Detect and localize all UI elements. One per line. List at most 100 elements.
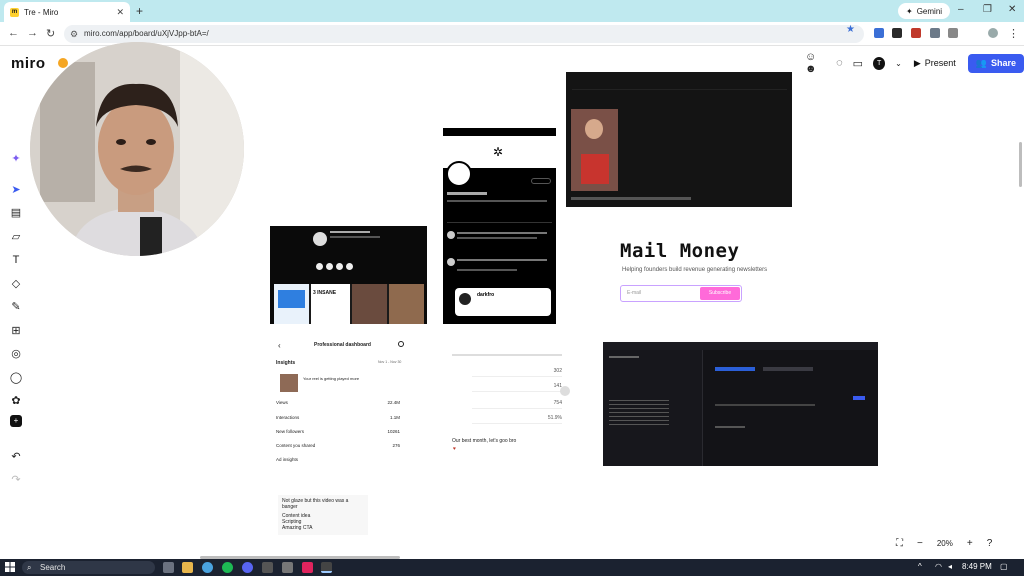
spotify-icon[interactable] xyxy=(222,562,233,573)
wifi-icon[interactable]: ◠ xyxy=(935,562,942,571)
app-screenshot-frame[interactable] xyxy=(603,342,878,466)
extension-icon[interactable] xyxy=(930,28,940,38)
browser-tab[interactable]: m Tre - Miro ✕ xyxy=(4,2,130,22)
template-icon[interactable]: ▤ xyxy=(6,204,26,222)
dashboard-row[interactable]: Content you shared 276 xyxy=(276,443,406,451)
gmail-extension-icon[interactable] xyxy=(911,28,921,38)
help-icon[interactable]: ? xyxy=(987,538,993,549)
people-icon: 👥 xyxy=(975,57,987,68)
zoom-level[interactable]: 20% xyxy=(937,539,953,548)
menu-icon[interactable]: ⋮ xyxy=(1008,27,1019,40)
mail-money-subtitle: Helping founders build revenue generatin… xyxy=(622,267,768,273)
back-icon[interactable]: ← xyxy=(8,27,19,39)
frame-icon[interactable]: ⊞ xyxy=(6,322,26,340)
note-card[interactable]: Not glaze but this video was a banger Co… xyxy=(278,495,368,535)
reload-icon[interactable]: ↻ xyxy=(46,27,55,40)
scroll-handle[interactable] xyxy=(560,386,570,396)
file-explorer-icon[interactable] xyxy=(182,562,193,573)
site-info-icon[interactable]: ⚙ xyxy=(70,25,78,43)
dashboard-title: Professional dashboard xyxy=(314,342,371,348)
heart-icon: ♥ xyxy=(453,446,456,452)
quoted-author: darkfro xyxy=(477,292,495,298)
gemini-label: Gemini xyxy=(916,6,943,16)
back-arrow-icon[interactable]: ‹ xyxy=(278,341,281,350)
tab-title: Tre - Miro xyxy=(24,7,59,17)
sparkle-icon[interactable]: ✦ xyxy=(6,150,26,168)
undo-icon[interactable]: ↶ xyxy=(6,448,26,466)
maximize-button[interactable]: ❐ xyxy=(983,4,992,15)
settings-icon[interactable] xyxy=(398,341,404,347)
fit-screen-icon[interactable]: ⛶ xyxy=(896,538,903,549)
task-view-icon[interactable] xyxy=(163,562,174,573)
search-icon: ⌕ xyxy=(27,563,32,572)
tray-chevron-icon[interactable]: ^ xyxy=(918,562,922,571)
stat-value: 754 xyxy=(553,400,562,406)
person-photo xyxy=(571,109,618,191)
forward-icon[interactable]: → xyxy=(27,27,38,39)
comment-icon[interactable]: ◌ xyxy=(836,57,843,69)
app-icon[interactable] xyxy=(282,562,293,573)
chat-icon[interactable]: ◯ xyxy=(6,369,26,387)
vertical-scrollbar[interactable] xyxy=(1019,142,1022,187)
zoom-in-icon[interactable]: + xyxy=(967,538,973,549)
comment-icon[interactable]: ◎ xyxy=(6,345,26,363)
stats-caption: Our best month, let's goo bro xyxy=(452,438,517,444)
extension-icon[interactable] xyxy=(892,28,902,38)
email-placeholder: E-mail xyxy=(627,290,642,296)
board-menu-icon[interactable] xyxy=(58,58,68,68)
professional-dashboard-frame[interactable]: ‹ Professional dashboard Insights Nov 1 … xyxy=(270,333,410,468)
new-tab-button[interactable]: + xyxy=(136,4,143,18)
quoted-tweet: darkfro xyxy=(455,288,551,316)
select-icon[interactable]: ➤ xyxy=(6,181,26,199)
chrome-icon[interactable] xyxy=(202,562,213,573)
redo-icon[interactable]: ↷ xyxy=(6,471,26,489)
sticky-icon[interactable]: ▱ xyxy=(6,228,26,246)
subscribe-button[interactable]: Subscribe xyxy=(700,287,740,300)
taskbar-search[interactable]: ⌕ Search xyxy=(22,561,155,574)
chevron-down-icon[interactable]: ⌄ xyxy=(895,59,902,68)
present-button[interactable]: ▶ Present xyxy=(912,58,958,69)
taskbar-clock[interactable]: 8:49 PM xyxy=(962,562,992,571)
note-line: Not glaze but this video was a banger xyxy=(282,498,349,510)
text-icon[interactable]: T xyxy=(6,251,26,269)
extension-icon[interactable] xyxy=(874,28,884,38)
minimize-button[interactable]: – xyxy=(958,4,964,15)
blog-post-frame[interactable] xyxy=(566,72,792,207)
app-icon[interactable] xyxy=(302,562,313,573)
reactions-icon[interactable]: ☺☻ xyxy=(805,51,826,75)
miro-logo[interactable]: miro xyxy=(11,55,46,72)
stat-value: 51.9% xyxy=(547,415,562,421)
windows-start-icon[interactable] xyxy=(5,562,15,572)
bookmark-star-icon[interactable]: ★ xyxy=(846,24,855,35)
profile-avatar[interactable] xyxy=(988,28,998,38)
puzzle-icon[interactable] xyxy=(948,28,958,38)
shapes-icon[interactable]: ◇ xyxy=(6,275,26,293)
pen-icon[interactable]: ✎ xyxy=(6,298,26,316)
dashboard-row[interactable]: Views 22.4M xyxy=(276,400,406,408)
dashboard-row[interactable]: Ad insights xyxy=(276,457,406,465)
notion-icon[interactable] xyxy=(321,562,332,573)
notification-icon[interactable]: ▢ xyxy=(1000,562,1008,571)
gemini-button[interactable]: ✦ Gemini xyxy=(898,3,951,19)
twitter-profile-frame[interactable]: ✲ darkfro xyxy=(443,128,556,324)
dashboard-row[interactable]: Interactions 1.1M xyxy=(276,415,406,423)
present-label: Present xyxy=(924,58,956,68)
close-window-button[interactable]: ✕ xyxy=(1008,4,1016,15)
zoom-out-icon[interactable]: − xyxy=(917,538,923,549)
address-bar[interactable]: ⚙ miro.com/app/board/uXjVJpp-btA=/ xyxy=(64,25,864,43)
discord-icon[interactable] xyxy=(242,562,253,573)
note-line: Amazing CTA xyxy=(282,525,313,531)
apps-icon[interactable]: ✿ xyxy=(6,392,26,410)
zoom-controls: ⛶ − 20% + ? xyxy=(896,533,1018,553)
dashboard-row[interactable]: New followers 10261 xyxy=(276,429,406,437)
upload-icon[interactable]: + xyxy=(10,415,22,427)
volume-icon[interactable]: ◂ xyxy=(948,562,952,571)
share-button[interactable]: 👥 Share xyxy=(967,53,1024,73)
stat-value: 302 xyxy=(553,368,562,374)
close-tab-icon[interactable]: ✕ xyxy=(116,7,124,18)
stats-card-frame[interactable]: 302 141 754 51.9% Our best month, let's … xyxy=(446,348,584,452)
user-avatar[interactable]: T xyxy=(873,56,886,70)
app-icon[interactable] xyxy=(262,562,273,573)
channel-frame[interactable]: 3 INSANE xyxy=(270,226,427,324)
video-call-icon[interactable]: ▭ xyxy=(853,57,863,70)
